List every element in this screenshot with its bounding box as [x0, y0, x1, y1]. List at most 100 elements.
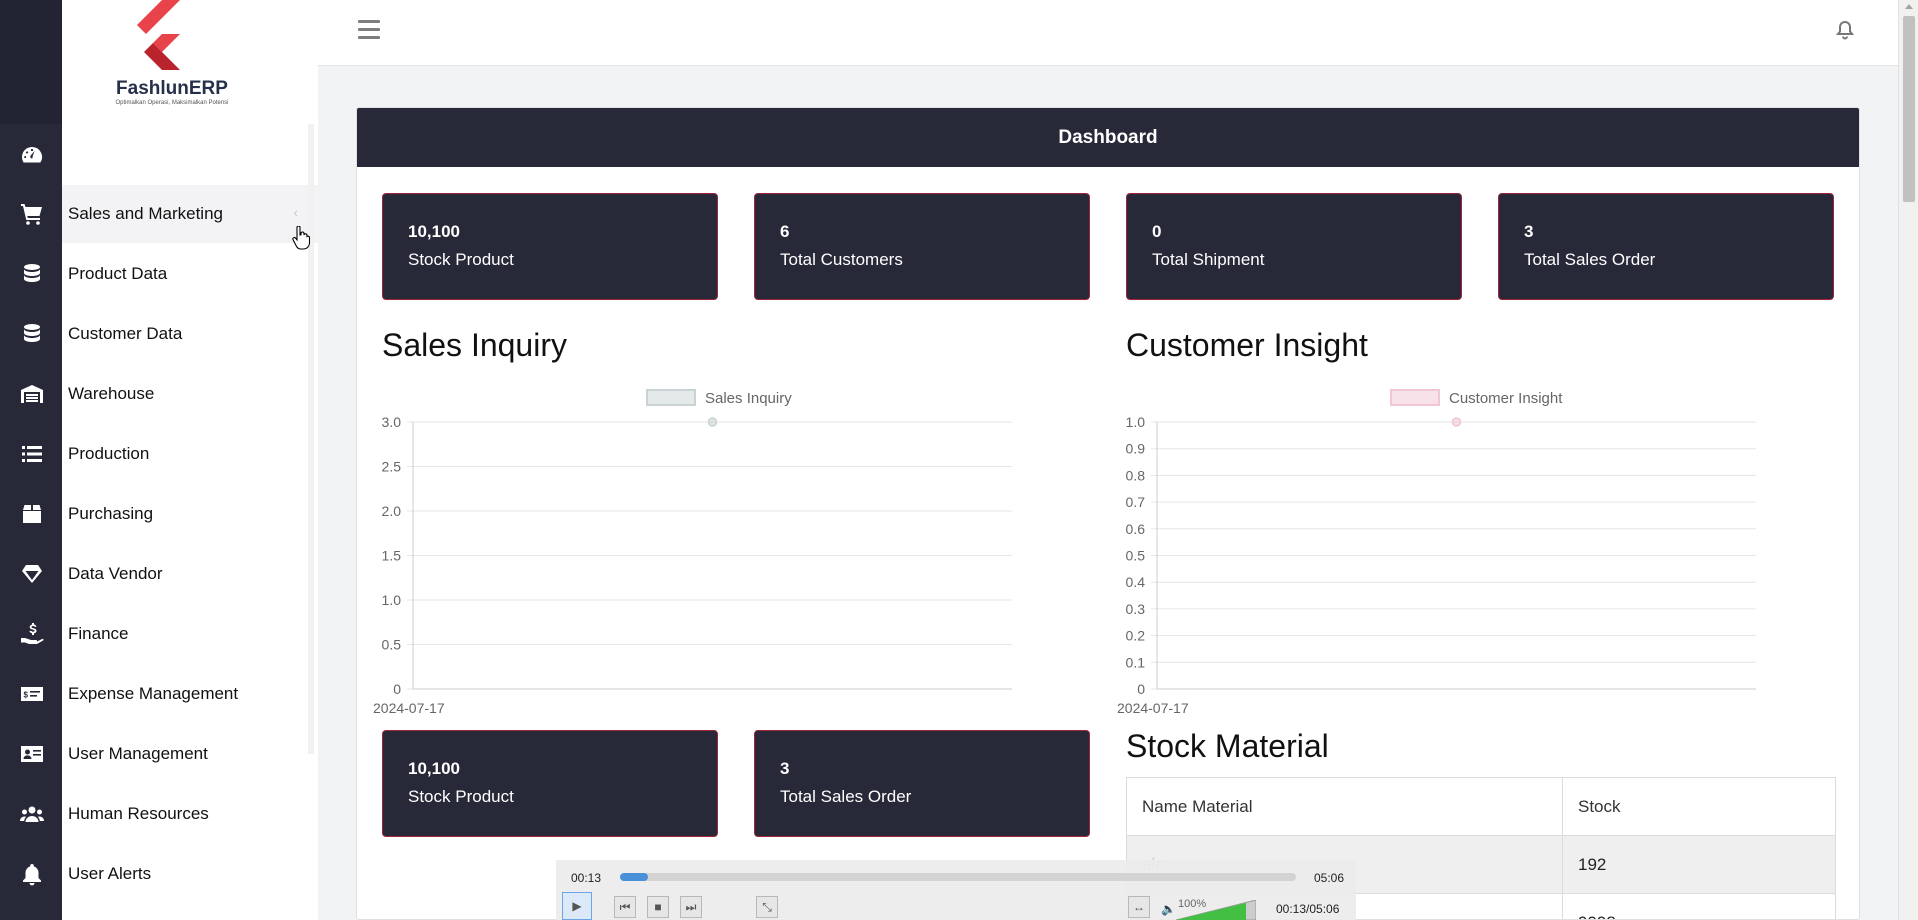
sidebar-item-label: User Management: [68, 744, 208, 763]
money-check-icon[interactable]: $: [19, 681, 45, 707]
bell-icon[interactable]: [19, 861, 45, 887]
section-title-stock-material: Stock Material: [1126, 728, 1329, 764]
stat-card-stock-product-2[interactable]: 10,100 Stock Product: [382, 730, 718, 837]
hand-dollar-icon[interactable]: [19, 621, 45, 647]
sidebar-item-warehouse[interactable]: Warehouse: [62, 365, 318, 423]
brand-logo[interactable]: FashlunERP Optimalkan Operasi, Maksimalk…: [92, 0, 252, 118]
fullscreen-icon: ⤡: [762, 899, 772, 914]
legend-label: Sales Inquiry: [705, 390, 792, 407]
stat-card-stock-product[interactable]: 10,100 Stock Product: [382, 193, 718, 300]
previous-button[interactable]: ⏮: [614, 896, 636, 918]
rail-header: [0, 0, 62, 124]
sidebar-item-label: Sales and Marketing: [68, 204, 223, 223]
seek-bar-progress: [620, 873, 649, 881]
x-tick-label: 2024-07-17: [373, 700, 445, 716]
stat-label: Total Sales Order: [1524, 250, 1656, 269]
dashboard-gauge-icon[interactable]: [19, 142, 45, 168]
stat-label: Stock Product: [408, 250, 514, 269]
database-icon[interactable]: [19, 261, 45, 287]
page-scrollbar[interactable]: [1898, 0, 1918, 920]
y-tick-label: 0.1: [1126, 654, 1146, 670]
y-tick-label: 0.2: [1126, 628, 1146, 644]
sidebar-item-finance[interactable]: Finance: [62, 605, 318, 663]
sidebar-item-data-vendor[interactable]: Data Vendor: [62, 545, 318, 603]
id-card-icon[interactable]: [19, 741, 45, 767]
stat-card-total-sales-order-2[interactable]: 3 Total Sales Order: [754, 730, 1090, 837]
hamburger-menu-icon[interactable]: [358, 20, 380, 40]
speaker-icon[interactable]: 🔈: [1161, 902, 1176, 916]
stat-value: 0: [1152, 222, 1162, 241]
gem-icon[interactable]: [19, 561, 45, 587]
y-tick-label: 0.6: [1126, 521, 1146, 537]
column-header[interactable]: Name Material: [1126, 777, 1563, 836]
warehouse-icon[interactable]: [19, 381, 45, 407]
fullscreen-button[interactable]: ⤡: [756, 896, 778, 918]
y-tick-label: 1.0: [382, 592, 402, 608]
stat-value: 6: [780, 222, 790, 241]
sidebar-item-label: Warehouse: [68, 384, 155, 403]
y-tick-label: 0: [393, 681, 401, 697]
x-tick-label: 2024-07-17: [1117, 700, 1189, 716]
y-tick-label: 0.8: [1126, 467, 1146, 483]
total-duration: 05:06: [1314, 871, 1345, 885]
stat-value: 3: [1524, 222, 1534, 241]
sidebar-item-production[interactable]: Production: [62, 425, 318, 483]
sidebar-scrollbar[interactable]: [308, 124, 314, 754]
stat-card-total-shipment[interactable]: 0 Total Shipment: [1126, 193, 1462, 300]
seek-bar[interactable]: [620, 873, 1296, 881]
dashboard-card: Dashboard 10,100 Stock Product 6 Total C…: [356, 107, 1860, 920]
sidebar-item-label: Expense Management: [68, 684, 239, 703]
y-tick-label: 1.5: [382, 548, 402, 564]
sidebar-item-label: Data Vendor: [68, 564, 163, 583]
top-bar: [318, 0, 1898, 66]
scrollbar-thumb[interactable]: [1903, 16, 1915, 202]
box-icon[interactable]: [19, 501, 45, 527]
volume-slider[interactable]: [1176, 900, 1256, 920]
table-cell: 192: [1562, 835, 1836, 894]
column-header[interactable]: Stock: [1562, 777, 1836, 836]
cart-icon[interactable]: [19, 201, 45, 227]
sidebar-item-user-management[interactable]: User Management: [62, 725, 318, 783]
stat-label: Total Sales Order: [780, 787, 912, 806]
y-tick-label: 3.0: [382, 414, 402, 430]
database-icon[interactable]: [19, 321, 45, 347]
stat-label: Total Shipment: [1152, 250, 1265, 269]
data-point: [707, 417, 718, 427]
notification-bell-icon[interactable]: [1835, 20, 1855, 45]
list-icon[interactable]: [19, 441, 45, 467]
sidebar-item-customer-data[interactable]: Customer Data: [62, 305, 318, 363]
y-tick-label: 0.7: [1126, 494, 1146, 510]
sidebar-item-expense-management[interactable]: Expense Management: [62, 665, 318, 723]
sidebar-item-label: Human Resources: [68, 804, 209, 823]
users-icon[interactable]: [19, 801, 45, 827]
stop-button[interactable]: ■: [647, 896, 669, 918]
stat-value: 10,100: [408, 759, 460, 778]
stat-value: 3: [780, 759, 790, 778]
icon-rail: $: [0, 0, 62, 920]
chevron-left-icon[interactable]: ‹: [293, 204, 298, 220]
stat-value: 10,100: [408, 222, 460, 241]
sidebar-item-product-data[interactable]: Product Data: [62, 245, 318, 303]
y-tick-label: 1.0: [1126, 414, 1146, 430]
sidebar-item-user-alerts[interactable]: User Alerts: [62, 845, 318, 903]
elapsed-time: 00:13: [571, 871, 602, 885]
stat-label: Stock Product: [408, 787, 514, 806]
scroll-up-arrow-icon[interactable]: [1905, 4, 1913, 9]
y-tick-label: 2.0: [382, 503, 402, 519]
play-button[interactable]: ▶: [562, 892, 592, 920]
sidebar-item-sales-and-marketing[interactable]: Sales and Marketing ‹: [62, 185, 318, 243]
next-button[interactable]: ⏭: [680, 896, 702, 918]
stop-icon: ■: [654, 900, 662, 914]
y-tick-label: 2.5: [382, 459, 402, 475]
sidebar-item-label: Product Data: [68, 264, 168, 283]
stat-card-total-customers[interactable]: 6 Total Customers: [754, 193, 1090, 300]
legend-label: Customer Insight: [1449, 390, 1563, 407]
stretch-button[interactable]: ↔: [1128, 896, 1150, 918]
brand-name: FashlunERP: [116, 78, 228, 99]
legend-swatch: [1390, 389, 1440, 406]
sidebar-item-human-resources[interactable]: Human Resources: [62, 785, 318, 843]
sidebar-item-purchasing[interactable]: Purchasing: [62, 485, 318, 543]
stat-card-total-sales-order[interactable]: 3 Total Sales Order: [1498, 193, 1834, 300]
play-icon: ▶: [572, 899, 582, 913]
y-tick-label: 0.5: [1126, 548, 1146, 564]
